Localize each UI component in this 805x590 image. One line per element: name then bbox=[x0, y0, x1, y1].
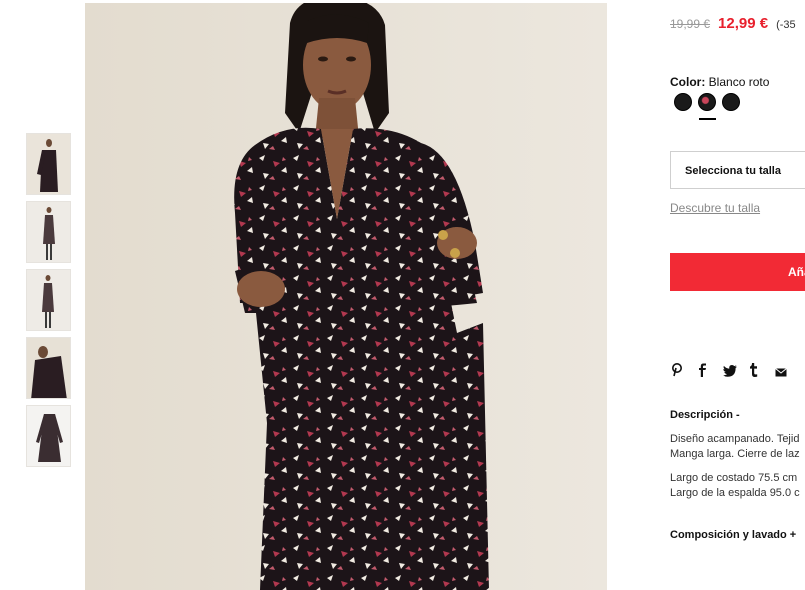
facebook-icon[interactable] bbox=[697, 363, 723, 380]
color-swatches bbox=[674, 93, 746, 111]
composition-toggle[interactable]: Composición y lavado + bbox=[670, 529, 796, 541]
description-body: Diseño acampanado. Tejid Manga larga. Ci… bbox=[670, 432, 800, 510]
twitter-icon[interactable] bbox=[723, 365, 749, 380]
original-price: 19,99 € bbox=[670, 17, 711, 31]
color-swatch-2[interactable] bbox=[698, 93, 716, 111]
product-main-image[interactable] bbox=[85, 3, 607, 590]
color-value: Blanco roto bbox=[708, 75, 770, 89]
description-paragraph-2: Largo de costado 75.5 cm Largo de la esp… bbox=[670, 471, 800, 501]
thumbnail-1[interactable] bbox=[26, 133, 71, 195]
tumblr-icon[interactable] bbox=[749, 363, 775, 380]
description-line: Largo de costado 75.5 cm bbox=[670, 472, 798, 484]
size-guide-link[interactable]: Descubre tu talla bbox=[670, 201, 760, 215]
add-to-cart-button[interactable]: Aña bbox=[670, 253, 805, 291]
thumbnail-list bbox=[26, 133, 71, 473]
email-icon[interactable] bbox=[775, 365, 801, 380]
description-line: Diseño acampanado. Tejid bbox=[670, 433, 800, 445]
color-label: Color: bbox=[670, 75, 706, 89]
description-line: Largo de la espalda 95.0 c bbox=[670, 487, 800, 499]
color-label-row: Color: Blanco roto bbox=[670, 75, 769, 89]
thumbnail-5[interactable] bbox=[26, 405, 71, 467]
price-block: 19,99 € 12,99 € (-35 bbox=[670, 15, 796, 33]
share-icons bbox=[671, 363, 801, 382]
color-swatch-3[interactable] bbox=[722, 93, 740, 111]
discount-badge: (-35 bbox=[776, 19, 796, 31]
pinterest-icon[interactable] bbox=[671, 363, 697, 380]
selected-swatch-indicator bbox=[699, 118, 716, 120]
description-paragraph-1: Diseño acampanado. Tejid Manga larga. Ci… bbox=[670, 432, 800, 462]
sale-price: 12,99 € bbox=[718, 15, 769, 32]
size-select[interactable]: Selecciona tu talla bbox=[670, 151, 805, 189]
description-line: Manga larga. Cierre de laz bbox=[670, 448, 800, 460]
color-swatch-1[interactable] bbox=[674, 93, 692, 111]
thumbnail-3[interactable] bbox=[26, 269, 71, 331]
thumbnail-2[interactable] bbox=[26, 201, 71, 263]
thumbnail-4[interactable] bbox=[26, 337, 71, 399]
description-toggle[interactable]: Descripción - bbox=[670, 409, 740, 421]
